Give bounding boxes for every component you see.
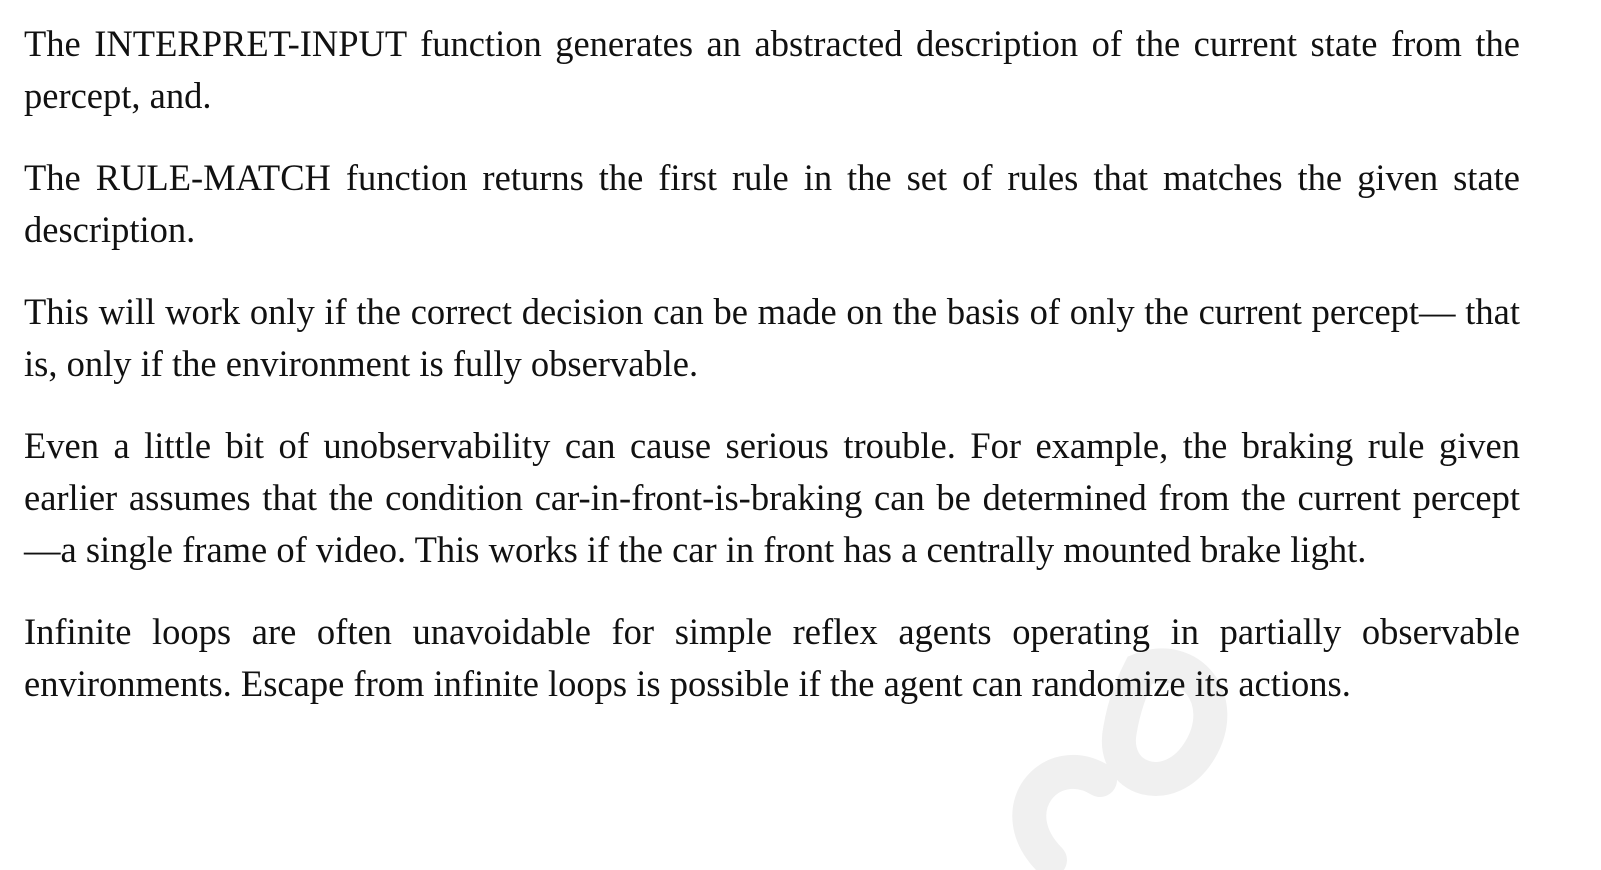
paragraph-infinite-loops: Infinite loops are often unavoidable for… bbox=[24, 611, 1520, 704]
document-body: The INTERPRET-INPUT function generates a… bbox=[24, 18, 1520, 740]
paragraph-fully-observable: This will work only if the correct decis… bbox=[24, 291, 1520, 384]
paragraph-rule-match: The RULE-MATCH function returns the firs… bbox=[24, 157, 1520, 250]
paragraph-unobservability: Even a little bit of unobservability can… bbox=[24, 425, 1520, 570]
paragraph-interpret-input: The INTERPRET-INPUT function generates a… bbox=[24, 23, 1520, 116]
